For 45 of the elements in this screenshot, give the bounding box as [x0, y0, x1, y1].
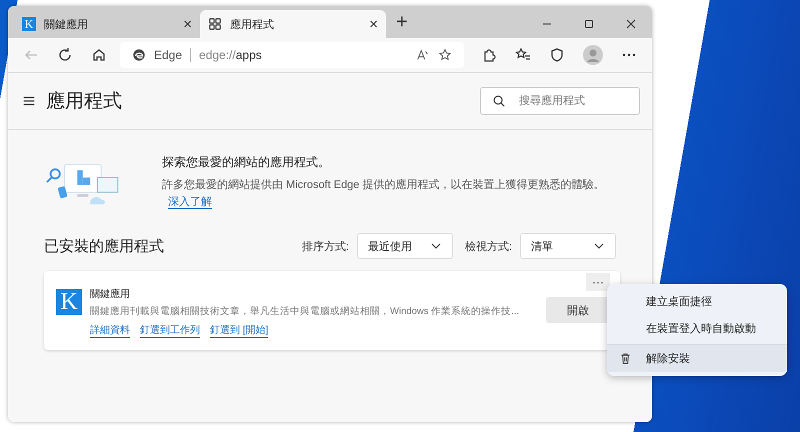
app-link[interactable]: 釘選到 [開始] [210, 323, 268, 338]
section-heading: 已安裝的應用程式 [44, 236, 164, 256]
app-logo: K [56, 289, 82, 315]
app-description: 關鍵應用刊載與電腦相關技術文章，舉凡生活中與電腦或網站相關，Windows 作業系統的操作技... [90, 305, 520, 318]
tab-close-button[interactable]: × [183, 16, 192, 32]
search-field[interactable]: 搜尋應用程式 [480, 87, 640, 115]
site-label: Edge [154, 48, 182, 62]
tab-title: 應用程式 [230, 18, 275, 32]
edge-logo-icon [132, 48, 146, 62]
app-link[interactable]: 釘選到工作列 [140, 323, 200, 338]
browser-tab[interactable]: K 關鍵應用 × [14, 10, 200, 38]
apps-grid-icon [208, 17, 222, 31]
browser-tab[interactable]: 應用程式 × [200, 10, 386, 38]
new-tab-button[interactable]: + [386, 11, 418, 38]
trash-icon [619, 352, 632, 365]
menu-item[interactable]: 建立桌面捷徑 [607, 288, 787, 315]
menu-item[interactable]: 在裝置登入時自動啟動 [607, 315, 787, 342]
learn-more-link[interactable]: 深入了解 [168, 196, 212, 209]
more-options-button[interactable]: ··· [586, 273, 610, 291]
open-button[interactable]: 開啟 [546, 297, 610, 323]
promo-description: 許多您最愛的網站提供由 Microsoft Edge 提供的應用程式，以在裝置上獲得更熟悉的體驗。 深入了解 [162, 178, 606, 211]
menu-icon[interactable] [22, 94, 36, 108]
search-icon [492, 94, 506, 108]
view-dropdown[interactable]: 清單 [520, 233, 616, 259]
page-title: 應用程式 [46, 90, 122, 114]
favorite-star-icon[interactable] [438, 48, 452, 62]
promo-heading: 探索您最愛的網站的應用程式。 [162, 154, 331, 171]
close-icon[interactable] [625, 18, 637, 30]
refresh-icon[interactable] [57, 47, 73, 63]
app-link[interactable]: 詳細資料 [90, 323, 130, 338]
app-name: 關鍵應用 [90, 288, 131, 301]
sort-label: 排序方式: [302, 240, 349, 254]
home-icon[interactable] [91, 47, 107, 63]
tab-close-button[interactable]: × [369, 16, 378, 32]
tab-title: 關鍵應用 [44, 18, 89, 32]
view-label: 檢視方式: [464, 240, 512, 254]
menu-item[interactable]: 解除安裝 [607, 344, 787, 372]
shield-icon[interactable] [549, 47, 565, 63]
address-bar[interactable]: Edge edge://apps [120, 42, 464, 68]
sort-dropdown[interactable]: 最近使用 [356, 233, 453, 259]
site-logo: K [22, 17, 36, 31]
url-text: edge://apps [199, 48, 262, 62]
profile-avatar-icon[interactable] [583, 45, 603, 65]
read-aloud-icon[interactable] [416, 48, 430, 62]
maximize-icon[interactable] [583, 18, 595, 30]
